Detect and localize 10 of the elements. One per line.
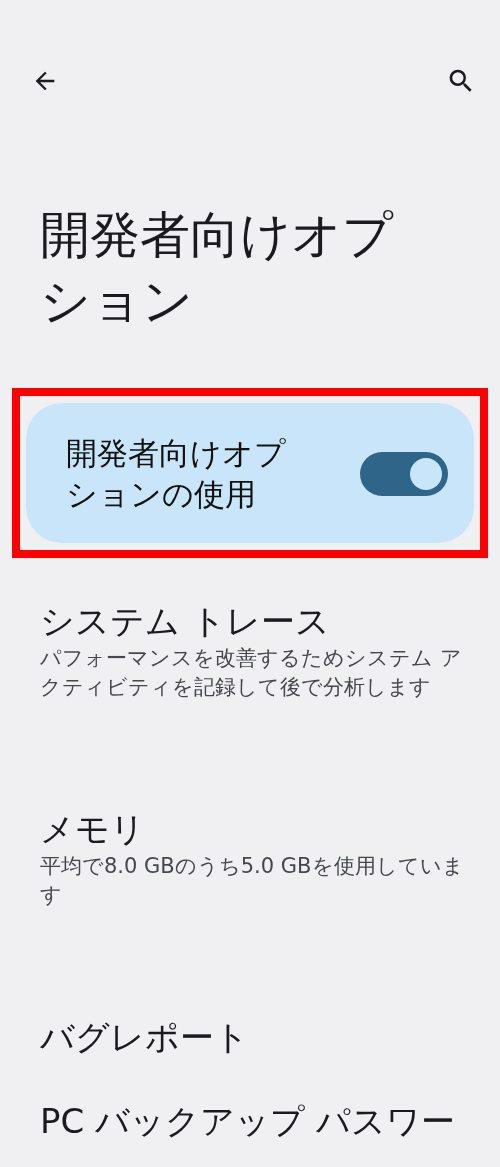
toggle-switch[interactable] xyxy=(360,452,448,496)
setting-title[interactable]: メモリ xyxy=(40,806,468,852)
setting-summary: パフォーマンスを改善するためシステム アクティビティを記録して後で分析します xyxy=(40,645,463,701)
setting-title[interactable]: システム トレース xyxy=(40,598,468,644)
switch-card[interactable]: 開発者向けオプションの使用 xyxy=(26,403,474,543)
page-title: 開発者向けオプション xyxy=(40,205,395,332)
setting-title[interactable]: バグレポート xyxy=(40,1014,468,1060)
switch-label: 開発者向けオプションの使用 xyxy=(66,434,287,514)
setting-title[interactable]: PC バックアップ パスワー xyxy=(40,1098,468,1144)
setting-summary: 平均で8.0 GBのうち5.0 GBを使用しています xyxy=(40,853,465,909)
